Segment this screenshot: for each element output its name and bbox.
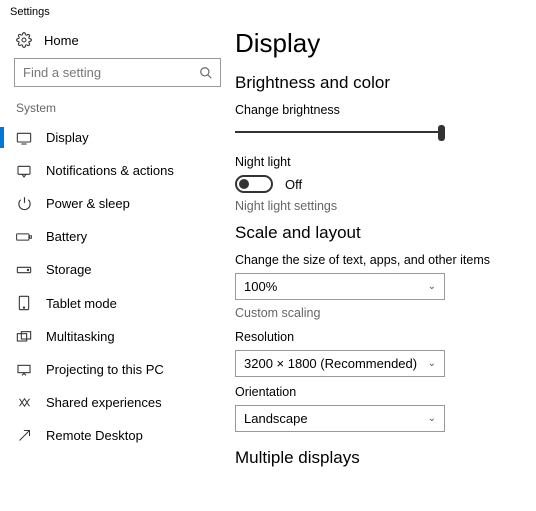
power-icon — [16, 196, 32, 211]
orientation-select[interactable]: Landscape ⌄ — [235, 405, 445, 432]
sidebar-item-label: Power & sleep — [46, 196, 130, 211]
sidebar-item-battery[interactable]: Battery — [10, 220, 225, 253]
search-field[interactable] — [23, 65, 199, 80]
display-icon — [16, 131, 32, 145]
night-light-label: Night light — [235, 155, 518, 169]
sidebar-item-label: Notifications & actions — [46, 163, 174, 178]
sidebar-section-label: System — [10, 101, 225, 121]
sidebar: Home System Display Notifications & acti… — [0, 22, 235, 511]
sidebar-item-label: Multitasking — [46, 329, 115, 344]
resolution-label: Resolution — [235, 330, 518, 344]
text-size-value: 100% — [244, 279, 277, 294]
text-size-select[interactable]: 100% ⌄ — [235, 273, 445, 300]
home-label: Home — [44, 33, 79, 48]
sidebar-item-label: Tablet mode — [46, 296, 117, 311]
night-light-settings-link[interactable]: Night light settings — [235, 199, 518, 213]
custom-scaling-link[interactable]: Custom scaling — [235, 306, 518, 320]
sidebar-item-label: Remote Desktop — [46, 428, 143, 443]
sidebar-item-label: Projecting to this PC — [46, 362, 164, 377]
sidebar-item-multitasking[interactable]: Multitasking — [10, 320, 225, 353]
resolution-value: 3200 × 1800 (Recommended) — [244, 356, 417, 371]
sidebar-item-display[interactable]: Display — [10, 121, 225, 154]
notifications-icon — [16, 164, 32, 178]
sidebar-item-label: Battery — [46, 229, 87, 244]
tablet-icon — [16, 295, 32, 311]
sidebar-item-notifications[interactable]: Notifications & actions — [10, 154, 225, 187]
text-size-label: Change the size of text, apps, and other… — [235, 253, 518, 267]
night-light-toggle[interactable] — [235, 175, 273, 193]
sidebar-item-remote[interactable]: Remote Desktop — [10, 419, 225, 452]
sidebar-item-shared[interactable]: Shared experiences — [10, 386, 225, 419]
multitasking-icon — [16, 330, 32, 344]
shared-icon — [16, 395, 32, 410]
battery-icon — [16, 231, 32, 243]
chevron-down-icon: ⌄ — [428, 358, 436, 369]
sidebar-item-tablet[interactable]: Tablet mode — [10, 286, 225, 320]
sidebar-item-power[interactable]: Power & sleep — [10, 187, 225, 220]
search-icon — [199, 66, 213, 80]
content-area: Display Brightness and color Change brig… — [235, 22, 536, 511]
page-title: Display — [235, 28, 518, 59]
window-title: Settings — [0, 0, 536, 22]
remote-icon — [16, 428, 32, 443]
sidebar-item-projecting[interactable]: Projecting to this PC — [10, 353, 225, 386]
sidebar-item-label: Shared experiences — [46, 395, 162, 410]
search-input[interactable] — [14, 58, 221, 87]
gear-icon — [16, 32, 32, 48]
home-button[interactable]: Home — [10, 26, 225, 58]
group-scale: Scale and layout — [235, 223, 518, 243]
orientation-value: Landscape — [244, 411, 308, 426]
chevron-down-icon: ⌄ — [428, 281, 436, 292]
group-multiple-displays: Multiple displays — [235, 448, 518, 468]
chevron-down-icon: ⌄ — [428, 413, 436, 424]
sidebar-item-label: Display — [46, 130, 89, 145]
projecting-icon — [16, 363, 32, 377]
change-brightness-label: Change brightness — [235, 103, 518, 117]
brightness-slider[interactable] — [235, 123, 445, 141]
sidebar-item-storage[interactable]: Storage — [10, 253, 225, 286]
storage-icon — [16, 264, 32, 276]
orientation-label: Orientation — [235, 385, 518, 399]
resolution-select[interactable]: 3200 × 1800 (Recommended) ⌄ — [235, 350, 445, 377]
group-brightness: Brightness and color — [235, 73, 518, 93]
night-light-state: Off — [285, 177, 302, 192]
sidebar-item-label: Storage — [46, 262, 92, 277]
